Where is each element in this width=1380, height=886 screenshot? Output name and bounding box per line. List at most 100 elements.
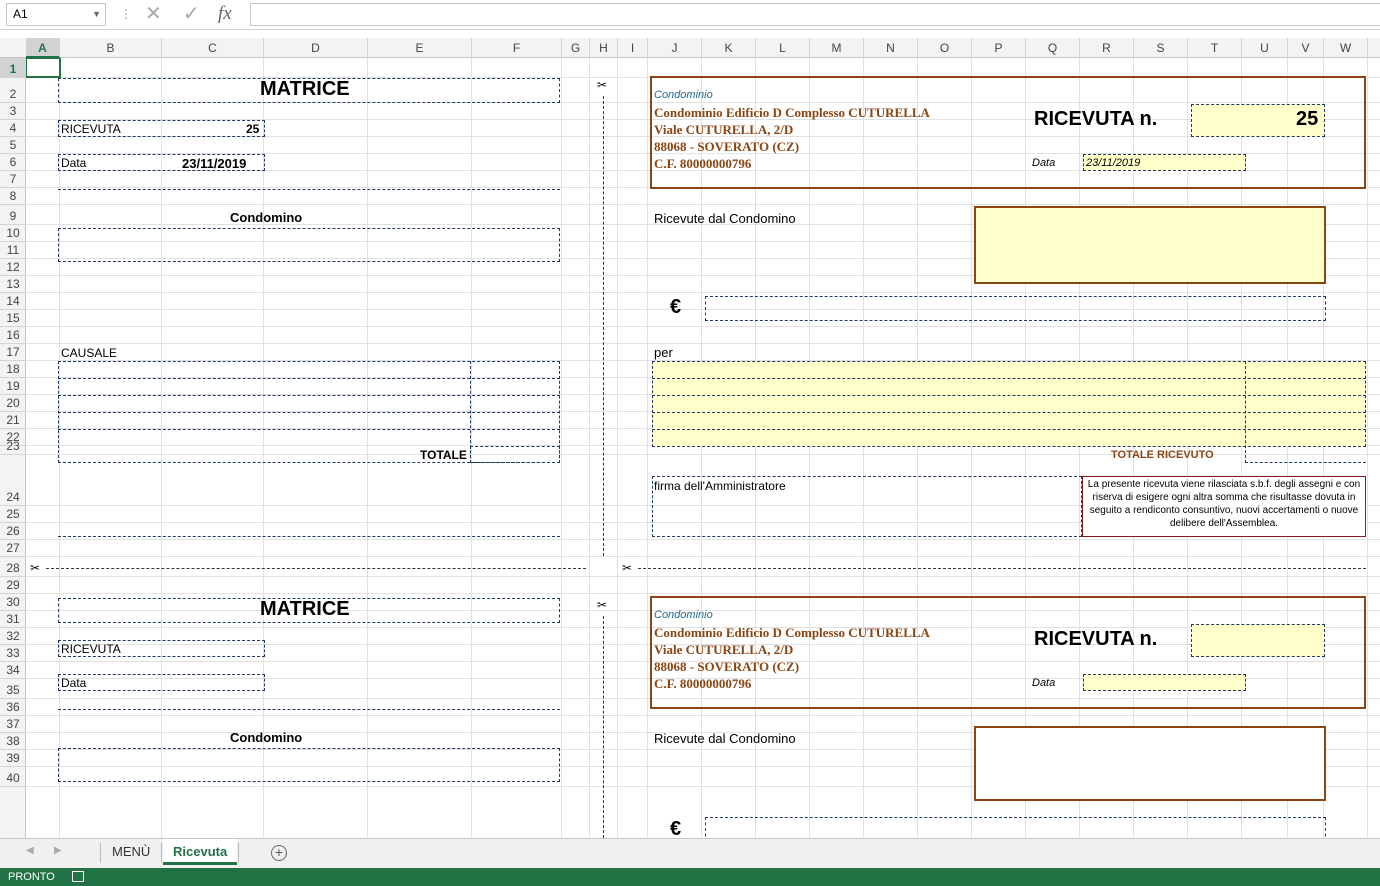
row-header[interactable]: 2 [0,78,26,103]
scroll-right-icon[interactable]: ▶ [54,845,62,856]
row-header[interactable]: 14 [0,293,26,310]
row-header[interactable]: 11 [0,242,26,259]
amount-box[interactable] [705,817,1326,838]
formula-bar: A1 ▼ ⋮ ✕ ✓ fx [0,0,1380,30]
row-header[interactable]: 18 [0,361,26,378]
condominio-city: 88068 - SOVERATO (CZ) [654,139,800,154]
amount-box[interactable] [705,296,1326,321]
row-header[interactable]: 25 [0,506,26,523]
column-header[interactable]: D [264,38,368,58]
ricevuta-number-box[interactable] [1191,624,1325,657]
row-header[interactable]: 8 [0,188,26,205]
row-header[interactable]: 15 [0,310,26,327]
column-header[interactable]: B [60,38,162,58]
row-header[interactable]: 40 [0,767,26,787]
column-header[interactable]: O [918,38,972,58]
column-header[interactable]: C [162,38,264,58]
scissors-icon: ✂ [622,561,633,575]
add-sheet-icon[interactable]: + [271,845,287,861]
scissors-icon: ✂ [30,561,41,575]
function-icon[interactable]: fx [218,3,232,25]
column-header[interactable]: K [702,38,756,58]
row-header[interactable]: 7 [0,171,26,188]
row-header[interactable]: 21 [0,412,26,429]
row-number: 21 [6,413,20,427]
row-header[interactable]: 34 [0,662,26,679]
column-header[interactable]: W [1324,38,1368,58]
row-header[interactable]: 19 [0,378,26,395]
row-number: 40 [6,771,20,785]
matrice-title: MATRICE [260,598,350,620]
row-header[interactable]: 26 [0,523,26,540]
column-header[interactable]: H [590,38,618,58]
column-header[interactable]: S [1134,38,1188,58]
column-header[interactable]: L [756,38,810,58]
row-header[interactable]: 30 [0,594,26,611]
gridline [26,204,1380,205]
row-header[interactable]: 9 [0,205,26,225]
row-header[interactable]: 4 [0,120,26,137]
row-header[interactable]: 20 [0,395,26,412]
column-header[interactable]: G [562,38,590,58]
data-value: 23/11/2019 [182,156,247,171]
scroll-left-icon[interactable]: ◀ [26,845,34,856]
row-header[interactable]: 5 [0,137,26,154]
macro-record-icon[interactable] [72,871,84,882]
condomino-input-box[interactable] [974,726,1326,801]
row-header[interactable]: 6 [0,154,26,171]
column-header[interactable]: R [1080,38,1134,58]
column-header[interactable]: J [648,38,702,58]
row-header[interactable]: 28 [0,557,26,577]
gridline [561,58,562,838]
row-header[interactable]: 38 [0,733,26,750]
tab-ricevuta[interactable]: Ricevuta [163,839,238,865]
totale-ricevuto-label: TOTALE RICEVUTO [1111,449,1214,461]
row-header[interactable]: 10 [0,225,26,242]
row-header[interactable]: 3 [0,103,26,120]
sheet-tab-bar: ◀ ▶ MENÙ Ricevuta + [0,838,1380,868]
cell-grid[interactable]: MATRICE RICEVUTA 25 Data 23/11/2019 Cond… [26,58,1380,838]
name-box[interactable]: A1 ▼ [6,3,106,26]
column-header[interactable]: A [26,38,60,58]
row-header[interactable]: 12 [0,259,26,276]
row-header[interactable]: 33 [0,645,26,662]
selected-cell[interactable] [26,58,61,78]
row-header[interactable]: 13 [0,276,26,293]
tab-menu[interactable]: MENÙ [102,839,160,865]
row-header[interactable]: 17 [0,344,26,361]
row-header[interactable]: 24 [0,455,26,506]
column-header[interactable]: U [1242,38,1288,58]
row-header[interactable]: 35 [0,679,26,699]
column-header[interactable]: I [618,38,648,58]
receipt-data-value: 23/11/2019 [1086,157,1141,169]
column-header[interactable]: V [1288,38,1324,58]
column-header[interactable]: Q [1026,38,1080,58]
column-header[interactable]: P [972,38,1026,58]
cancel-icon[interactable]: ✕ [145,3,162,25]
chevron-down-icon[interactable]: ▼ [92,4,101,25]
row-header[interactable]: 39 [0,750,26,767]
receipt-data-box[interactable] [1083,674,1246,691]
row-header[interactable]: 31 [0,611,26,628]
condomino-input-box[interactable] [974,206,1326,284]
row-header[interactable]: 1 [0,58,26,78]
row-header[interactable]: 27 [0,540,26,557]
confirm-icon[interactable]: ✓ [183,3,200,25]
column-header[interactable]: M [810,38,864,58]
gridline [26,593,1380,594]
causale-line [58,395,560,396]
row-number: 17 [6,345,20,359]
formula-input[interactable] [250,3,1380,26]
column-header[interactable]: F [472,38,562,58]
column-header[interactable]: E [368,38,472,58]
row-header[interactable]: 32 [0,628,26,645]
row-header[interactable]: 29 [0,577,26,594]
row-header[interactable]: 36 [0,699,26,716]
row-header[interactable]: 23 [0,439,26,455]
column-header[interactable]: N [864,38,918,58]
row-header[interactable]: 37 [0,716,26,733]
cut-line-horizontal [638,568,1366,569]
column-header[interactable]: T [1188,38,1242,58]
row-header[interactable]: 16 [0,327,26,344]
per-lines-box[interactable] [652,361,1366,447]
